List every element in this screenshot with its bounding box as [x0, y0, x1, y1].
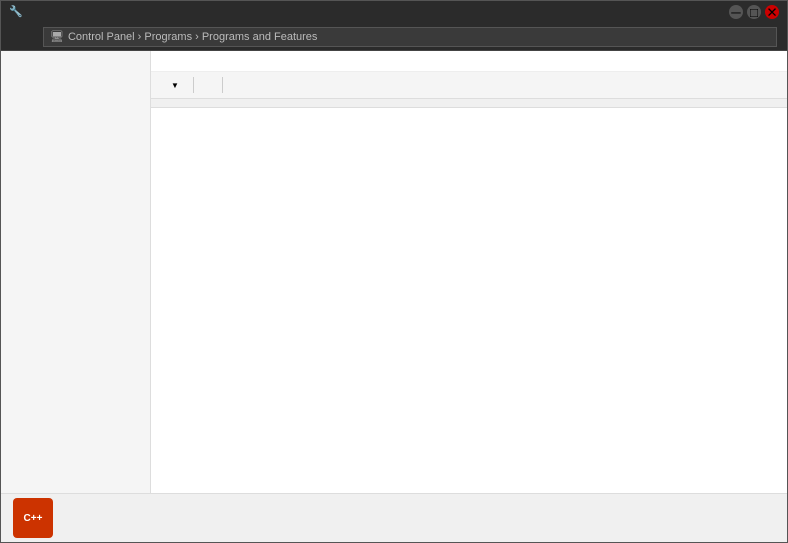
breadcrumb-text: Control Panel › Programs › Programs and …	[68, 31, 317, 43]
title-bar: 🔧 ─ □ ✕	[1, 1, 787, 23]
main-panel: ▼	[151, 51, 787, 493]
organize-button[interactable]: ▼	[161, 76, 187, 94]
status-text	[77, 512, 83, 524]
col-header-size[interactable]	[702, 101, 762, 105]
minimize-button[interactable]: ─	[729, 5, 743, 19]
address-input[interactable]: 🖥 Control Panel › Programs › Programs an…	[43, 27, 777, 47]
window-controls: ─ □ ✕	[729, 5, 779, 19]
main-header	[151, 51, 787, 72]
col-header-publisher[interactable]	[477, 101, 617, 105]
toolbar-divider-2	[222, 77, 223, 93]
maximize-button[interactable]: □	[747, 5, 761, 19]
toolbar-divider-1	[193, 77, 194, 93]
program-list[interactable]	[151, 108, 787, 493]
close-button[interactable]: ✕	[765, 5, 779, 19]
up-button[interactable]	[31, 35, 39, 39]
address-bar: 🖥 Control Panel › Programs › Programs an…	[1, 23, 787, 51]
main-window: 🔧 ─ □ ✕ 🖥 Control Panel › Programs › Pro…	[0, 0, 788, 543]
toolbar: ▼	[151, 72, 787, 99]
list-header	[151, 99, 787, 108]
forward-button[interactable]	[19, 35, 27, 39]
window-icon: 🔧	[9, 5, 23, 19]
sidebar	[1, 51, 151, 493]
content-area: ▼	[1, 51, 787, 493]
status-product-icon: C++	[13, 498, 53, 538]
change-button[interactable]	[229, 82, 245, 88]
col-header-name[interactable]	[157, 101, 477, 105]
back-button[interactable]	[7, 35, 15, 39]
organize-dropdown-arrow: ▼	[171, 81, 179, 90]
col-header-version[interactable]	[762, 101, 781, 105]
status-bar: C++	[1, 493, 787, 542]
uninstall-button[interactable]	[200, 82, 216, 88]
col-header-installed[interactable]	[617, 101, 702, 105]
